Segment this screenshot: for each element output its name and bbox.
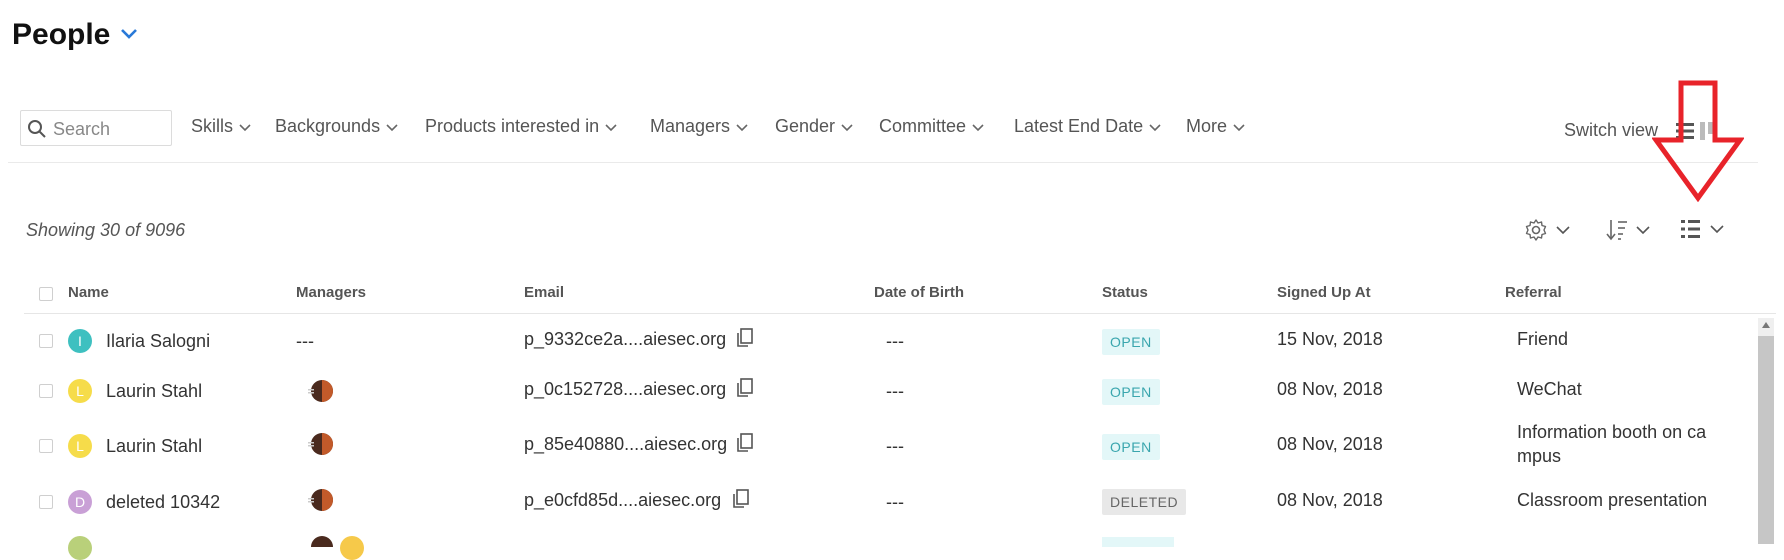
page-title: People: [12, 18, 111, 51]
chevron-down-icon: [605, 123, 617, 131]
person-name-link[interactable]: Laurin Stahl: [106, 436, 202, 457]
status-badge: [1102, 537, 1174, 547]
column-header-managers[interactable]: Managers: [296, 284, 366, 301]
avatar: [68, 536, 92, 560]
results-count: Showing 30 of 9096: [26, 220, 186, 240]
filter-label: Committee: [879, 116, 967, 136]
signed-up-cell: 08 Nov, 2018: [1277, 490, 1383, 510]
scrollbar-thumb[interactable]: [1758, 336, 1774, 544]
down-arrow-annotation: [1652, 80, 1744, 202]
referral-cell-continuation: mpus: [1517, 446, 1562, 466]
filter-committee[interactable]: Committee: [879, 116, 984, 137]
referral-cell: Classroom presentation: [1517, 490, 1708, 510]
filter-gender[interactable]: Gender: [775, 116, 853, 137]
column-header-referral[interactable]: Referral: [1505, 284, 1562, 301]
row-checkbox[interactable]: [39, 334, 53, 348]
dob-cell: ---: [886, 381, 904, 401]
chevron-down-icon: [736, 123, 748, 131]
columns-menu[interactable]: [1680, 218, 1724, 240]
chevron-down-icon: [1710, 224, 1724, 233]
filter-label: Backgrounds: [275, 116, 381, 136]
status-badge: DELETED: [1102, 489, 1187, 515]
dob-cell: ---: [886, 331, 904, 351]
dob-cell: ---: [886, 436, 904, 456]
status-badge: OPEN: [1102, 329, 1160, 355]
column-header-status[interactable]: Status: [1102, 284, 1148, 301]
filter-label: Managers: [650, 116, 731, 136]
status-badge: OPEN: [1102, 434, 1160, 460]
chevron-down-icon[interactable]: [120, 28, 138, 40]
referral-cell: WeChat: [1517, 379, 1582, 399]
avatar: D: [68, 490, 92, 514]
filter-label: Products interested in: [425, 116, 600, 136]
person-name-link[interactable]: deleted 10342: [106, 492, 220, 513]
chevron-down-icon: [239, 123, 251, 131]
referral-cell: Friend: [1517, 329, 1569, 349]
avatar: I: [68, 329, 92, 353]
filter-products[interactable]: Products interested in: [425, 116, 617, 137]
filter-managers[interactable]: Managers: [650, 116, 748, 137]
chevron-down-icon: [1233, 123, 1245, 131]
email-cell: p_e0cfd85d....aiesec.org: [524, 490, 722, 510]
copy-icon[interactable]: [732, 489, 750, 509]
dob-cell: ---: [886, 492, 904, 512]
row-checkbox[interactable]: [39, 439, 53, 453]
chevron-down-icon: [841, 123, 853, 131]
manager-avatar[interactable]: [306, 488, 334, 512]
row-checkbox[interactable]: [39, 495, 53, 509]
filter-skills[interactable]: Skills: [191, 116, 251, 137]
copy-icon[interactable]: [736, 433, 754, 453]
manager-avatar: [311, 536, 333, 547]
signed-up-cell: 08 Nov, 2018: [1277, 434, 1383, 454]
search-input[interactable]: [51, 116, 170, 142]
manager-avatar: [340, 536, 364, 560]
copy-icon[interactable]: [736, 378, 754, 398]
manager-avatar[interactable]: [306, 432, 334, 456]
chevron-down-icon: [1556, 225, 1570, 234]
chevron-down-icon: [1636, 225, 1650, 234]
filter-backgrounds[interactable]: Backgrounds: [275, 116, 398, 137]
email-cell: p_9332ce2a....aiesec.org: [524, 329, 727, 349]
select-all-checkbox[interactable]: [39, 287, 53, 301]
chevron-down-icon: [972, 123, 984, 131]
person-name-link[interactable]: Laurin Stahl: [106, 381, 202, 402]
avatar: L: [68, 379, 92, 403]
column-header-dob[interactable]: Date of Birth: [874, 284, 964, 301]
search-icon: [28, 120, 46, 138]
managers-cell: ---: [296, 331, 314, 351]
filter-label: Skills: [191, 116, 234, 136]
status-badge: OPEN: [1102, 379, 1160, 405]
signed-up-cell: 08 Nov, 2018: [1277, 379, 1383, 399]
toolbar-divider: [8, 162, 1758, 163]
referral-cell: Information booth on ca: [1517, 422, 1707, 442]
person-name-link[interactable]: Ilaria Salogni: [106, 331, 210, 352]
copy-icon[interactable]: [736, 328, 754, 348]
filter-more[interactable]: More: [1186, 116, 1245, 137]
email-cell: p_85e40880....aiesec.org: [524, 434, 728, 454]
sort-menu[interactable]: [1606, 218, 1650, 242]
manager-avatar[interactable]: [306, 379, 334, 403]
column-header-signed-up[interactable]: Signed Up At: [1277, 284, 1371, 301]
filter-label: Gender: [775, 116, 836, 136]
filter-label: More: [1186, 116, 1228, 136]
switch-view-label: Switch view: [1564, 120, 1659, 140]
column-header-email[interactable]: Email: [524, 284, 564, 301]
email-cell: p_0c152728....aiesec.org: [524, 379, 727, 399]
signed-up-cell: 15 Nov, 2018: [1277, 329, 1383, 349]
scroll-up-arrow[interactable]: [1762, 322, 1770, 328]
filter-latest-end-date[interactable]: Latest End Date: [1014, 116, 1161, 137]
column-header-name[interactable]: Name: [68, 284, 109, 301]
chevron-down-icon: [386, 123, 398, 131]
sort-icon: [1606, 220, 1627, 241]
row-checkbox[interactable]: [39, 384, 53, 398]
columns-icon: [1681, 220, 1700, 238]
chevron-down-icon: [1149, 123, 1161, 131]
search-box[interactable]: [20, 110, 172, 146]
settings-gear-icon: [1525, 219, 1547, 241]
filter-label: Latest End Date: [1014, 116, 1144, 136]
settings-menu[interactable]: [1524, 218, 1570, 242]
header-divider: [24, 313, 1776, 314]
avatar: L: [68, 434, 92, 458]
